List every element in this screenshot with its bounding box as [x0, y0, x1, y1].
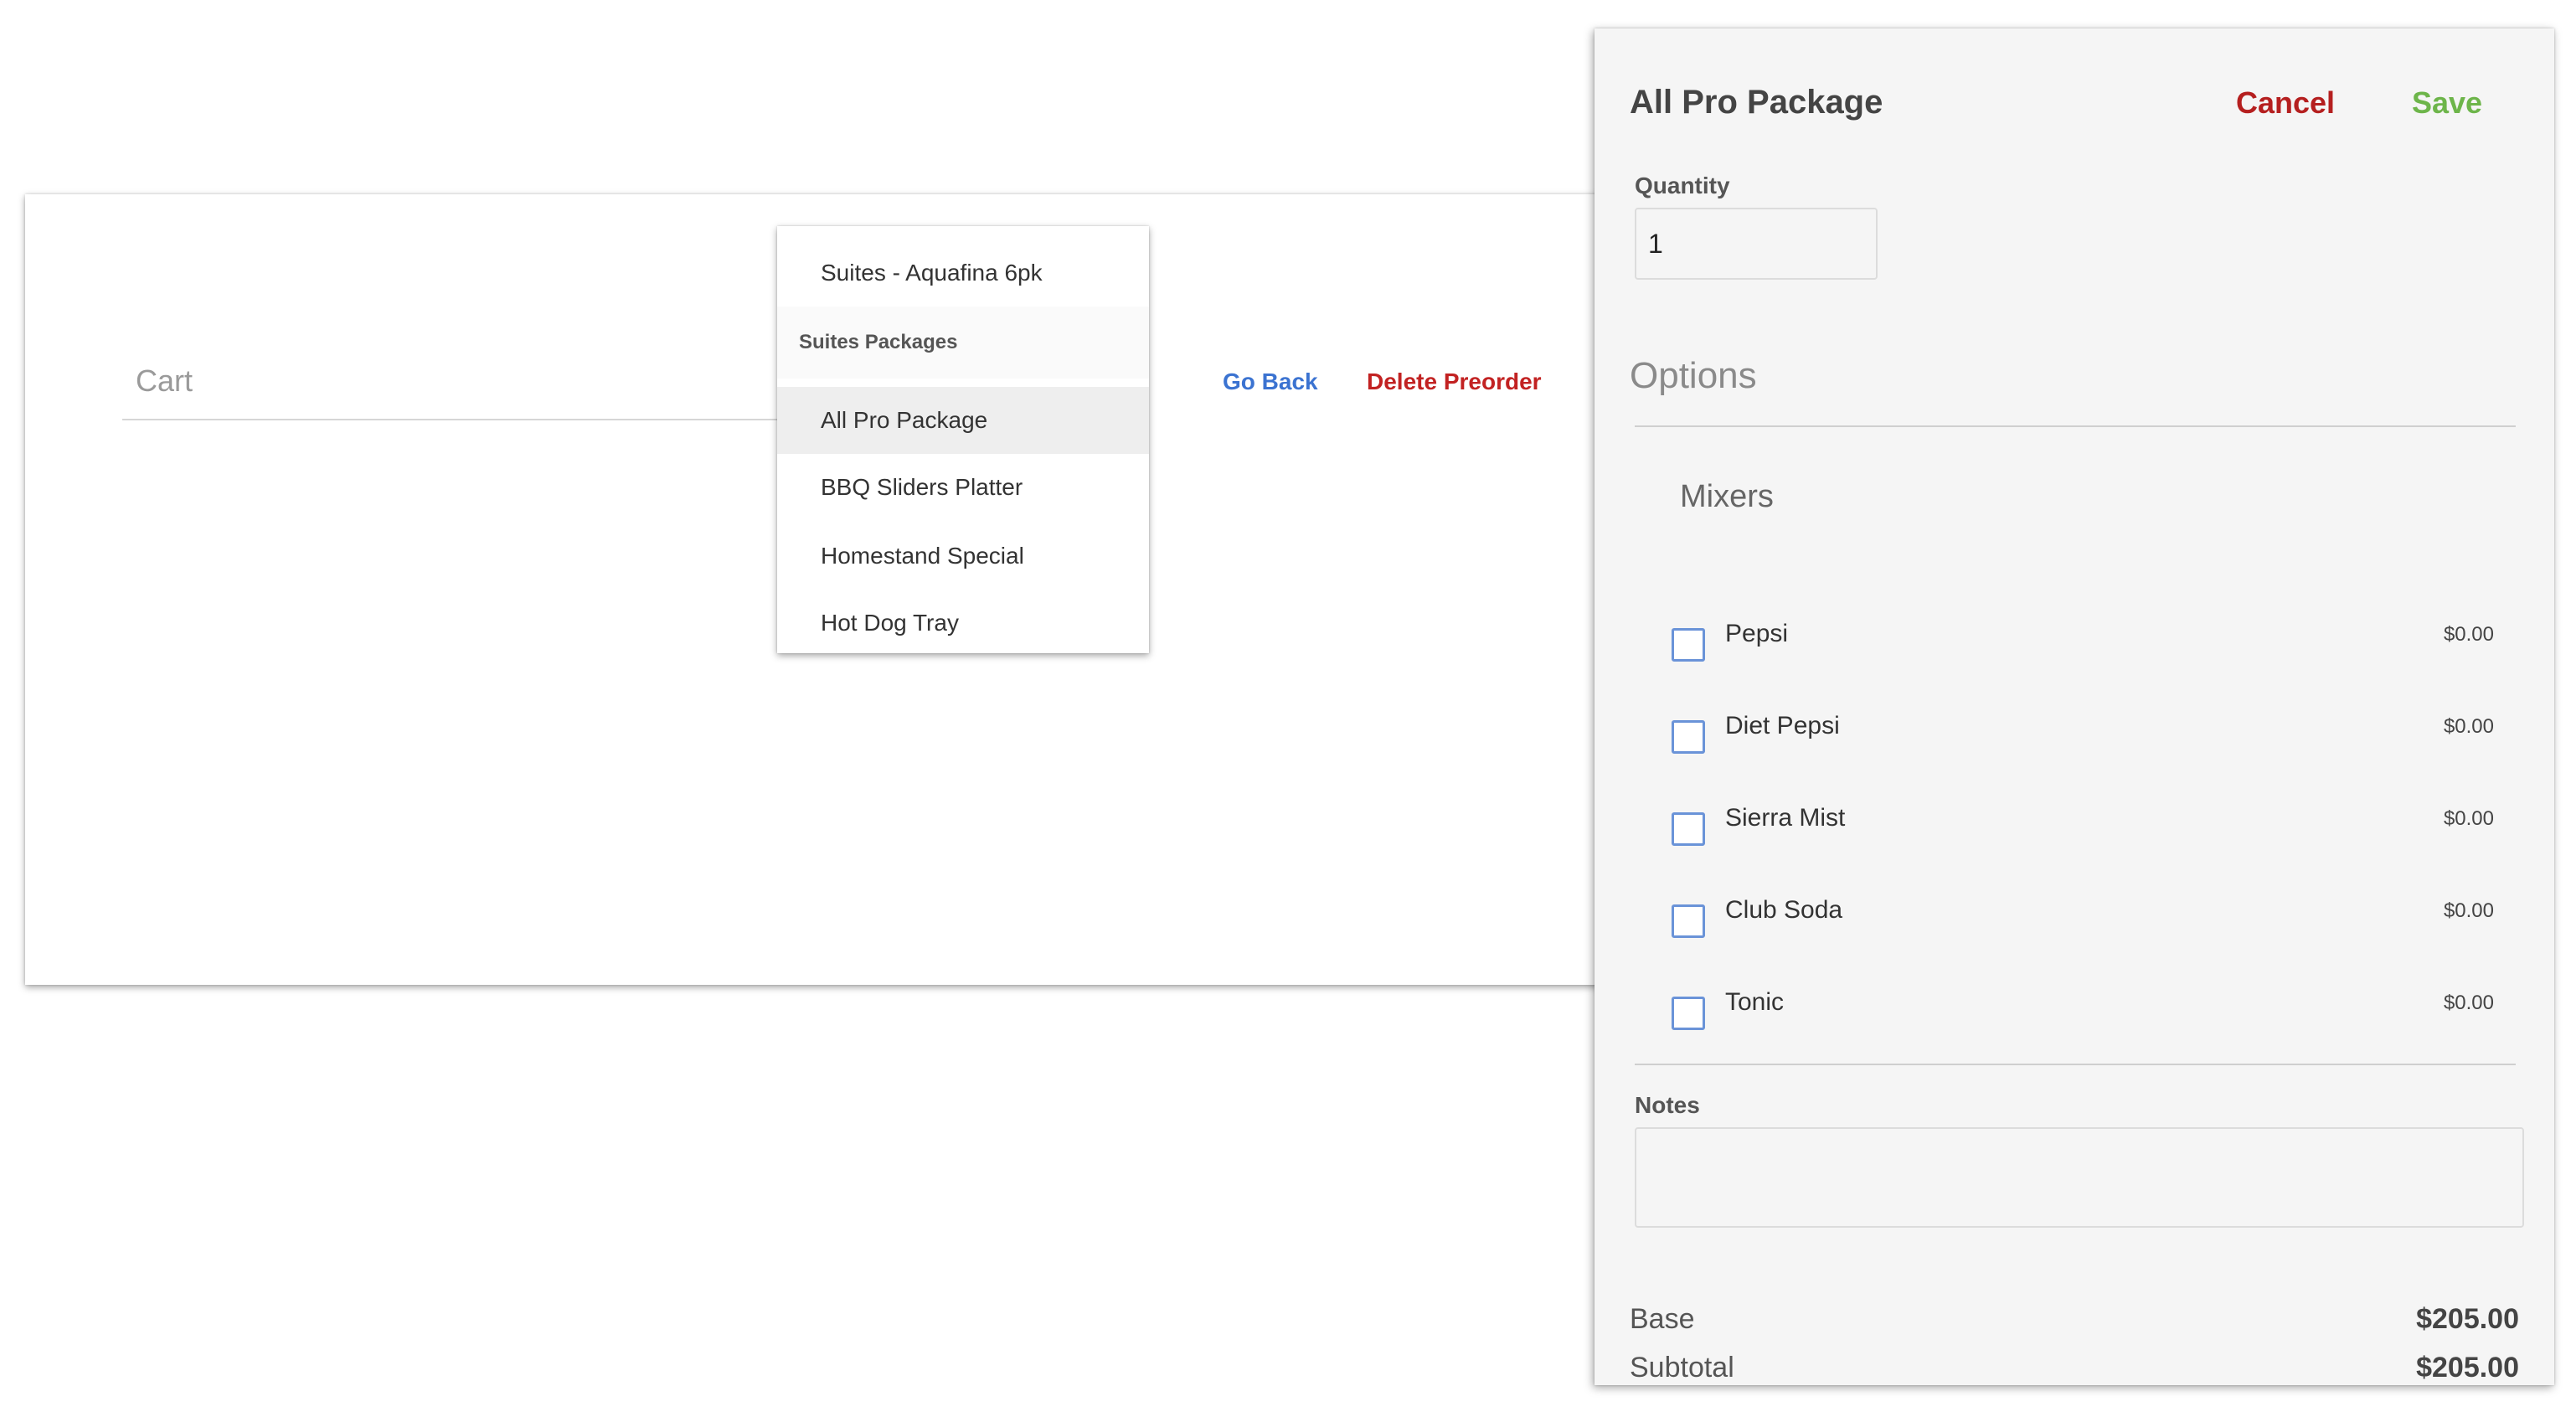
- subtotal-value: $205.00: [2416, 1352, 2519, 1383]
- dropdown-item-label: Hot Dog Tray: [821, 610, 959, 636]
- option-name: Pepsi: [1725, 620, 1789, 647]
- dropdown-item-label: BBQ Sliders Platter: [821, 474, 1023, 500]
- option-price: $0.00: [2443, 807, 2494, 830]
- options-heading: Options: [1630, 355, 1757, 396]
- quantity-input[interactable]: [1635, 208, 1878, 280]
- option-checkbox[interactable]: [1672, 904, 1705, 938]
- option-row-club-soda: Club Soda $0.00: [1595, 886, 2554, 953]
- option-checkbox[interactable]: [1672, 997, 1705, 1030]
- notes-label: Notes: [1635, 1092, 1700, 1118]
- option-price: $0.00: [2443, 715, 2494, 738]
- dropdown-item-label: Homestand Special: [821, 543, 1024, 569]
- option-price: $0.00: [2443, 623, 2494, 646]
- quantity-label: Quantity: [1635, 173, 1730, 198]
- option-row-pepsi: Pepsi $0.00: [1595, 610, 2554, 677]
- dropdown-group-label: Suites Packages: [799, 331, 958, 353]
- options-divider: [1635, 425, 2516, 427]
- option-checkbox[interactable]: [1672, 812, 1705, 846]
- item-edit-panel: All Pro Package Cancel Save Quantity Opt…: [1595, 28, 2554, 1385]
- base-value: $205.00: [2416, 1303, 2519, 1335]
- cancel-button[interactable]: Cancel: [2236, 85, 2335, 121]
- option-name: Sierra Mist: [1725, 804, 1846, 832]
- option-name: Club Soda: [1725, 896, 1843, 924]
- option-row-diet-pepsi: Diet Pepsi $0.00: [1595, 702, 2554, 769]
- option-checkbox[interactable]: [1672, 720, 1705, 754]
- dropdown-item-suites-aquafina[interactable]: Suites - Aquafina 6pk: [777, 240, 1149, 307]
- cart-label: Cart: [136, 363, 193, 398]
- delete-preorder-link[interactable]: Delete Preorder: [1367, 368, 1542, 395]
- item-dropdown-menu: Suites - Aquafina 6pk Suites Packages Al…: [777, 226, 1149, 653]
- option-price: $0.00: [2443, 992, 2494, 1014]
- option-price: $0.00: [2443, 899, 2494, 922]
- option-row-sierra-mist: Sierra Mist $0.00: [1595, 794, 2554, 861]
- notes-divider: [1635, 1064, 2516, 1065]
- subtotal-label: Subtotal: [1630, 1352, 1734, 1383]
- option-row-tonic: Tonic $0.00: [1595, 978, 2554, 1045]
- dropdown-item-all-pro-package[interactable]: All Pro Package: [777, 387, 1149, 454]
- option-checkbox[interactable]: [1672, 628, 1705, 662]
- mixers-group-title: Mixers: [1680, 479, 1774, 514]
- save-button[interactable]: Save: [2412, 85, 2482, 121]
- dropdown-item-homestand-special[interactable]: Homestand Special: [777, 523, 1149, 590]
- dropdown-item-hot-dog-tray[interactable]: Hot Dog Tray: [777, 590, 1149, 653]
- go-back-link[interactable]: Go Back: [1223, 368, 1318, 395]
- cart-underline: [122, 419, 792, 420]
- option-name: Diet Pepsi: [1725, 712, 1840, 739]
- base-label: Base: [1630, 1303, 1695, 1335]
- dropdown-item-bbq-sliders[interactable]: BBQ Sliders Platter: [777, 454, 1149, 521]
- dropdown-group-header: Suites Packages: [777, 307, 1149, 379]
- panel-title: All Pro Package: [1630, 84, 1883, 121]
- option-name: Tonic: [1725, 988, 1785, 1016]
- dropdown-item-label: All Pro Package: [821, 407, 988, 433]
- notes-field[interactable]: [1635, 1127, 2524, 1228]
- dropdown-item-label: Suites - Aquafina 6pk: [821, 260, 1043, 286]
